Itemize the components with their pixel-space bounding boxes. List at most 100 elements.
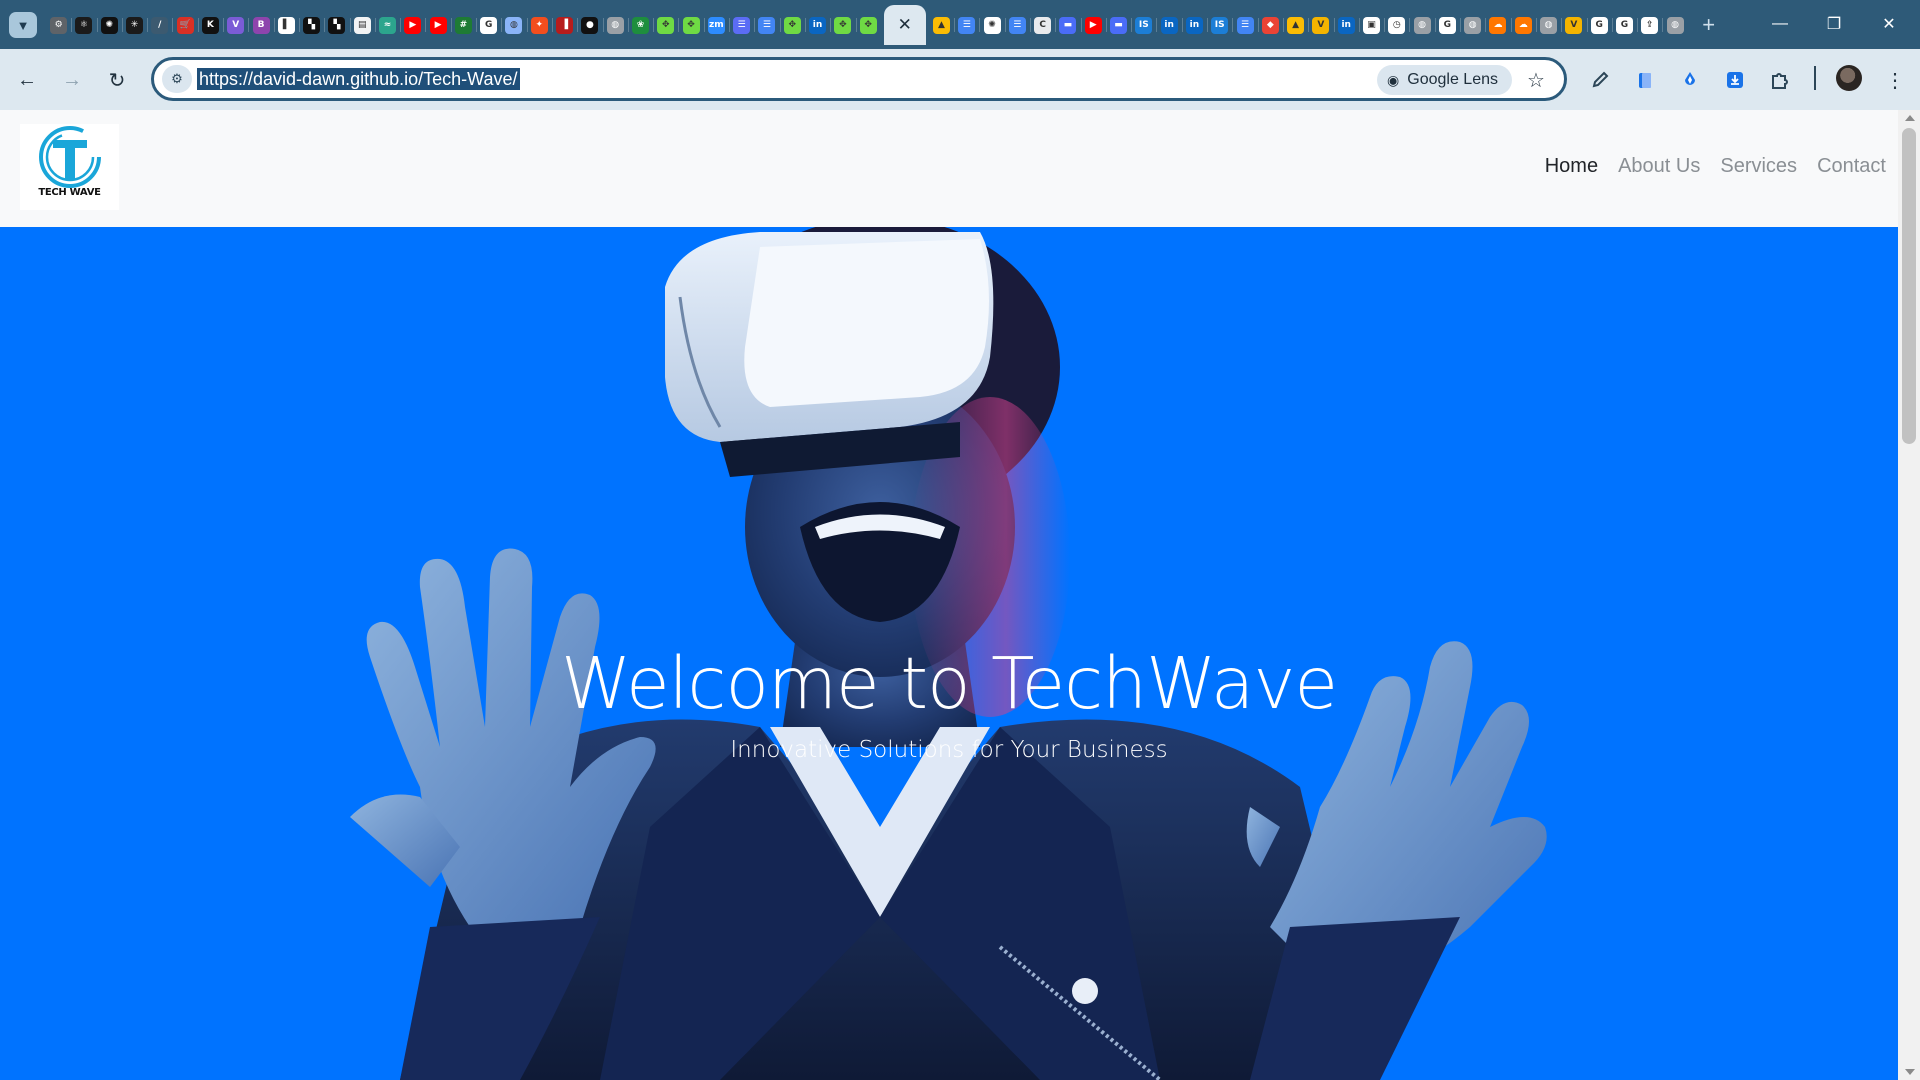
tab-search-button[interactable]: ▼ [9, 12, 37, 38]
extensions-button[interactable] [1764, 64, 1796, 96]
pinned-tab[interactable]: K [197, 10, 223, 40]
pinned-tab[interactable]: ✺ [979, 10, 1004, 40]
minimize-button[interactable]: — [1753, 8, 1807, 40]
restore-button[interactable]: ❐ [1807, 8, 1861, 40]
pinned-tab[interactable]: ☰ [954, 10, 979, 40]
pinned-tab[interactable]: # [450, 10, 476, 40]
nav-link-contact[interactable]: Contact [1817, 155, 1886, 178]
pinned-tab[interactable]: ☁ [1485, 10, 1510, 40]
pinned-tab[interactable]: ⚛ [71, 10, 96, 40]
new-tab-button[interactable]: + [1694, 10, 1724, 40]
bookmark-star-button[interactable]: ☆ [1522, 66, 1550, 94]
pinned-tab[interactable]: zm [703, 10, 729, 40]
pinned-tab[interactable]: ❀ [627, 10, 653, 40]
pinned-tab[interactable]: 🛒 [172, 10, 197, 40]
pinned-tab[interactable]: G [1434, 10, 1460, 40]
pinned-tab[interactable]: ▣ [1358, 10, 1384, 40]
address-bar[interactable]: ⚙ https://david-dawn.github.io/Tech-Wave… [151, 57, 1567, 101]
scroll-up-arrow-icon[interactable] [1905, 115, 1915, 121]
nav-link-home[interactable]: Home [1545, 155, 1598, 178]
bookmark-extension-button[interactable] [1629, 64, 1661, 96]
pinned-tab[interactable]: ◍ [1535, 10, 1561, 40]
clock-icon: ◷ [1388, 16, 1406, 34]
pinned-tab[interactable]: in [804, 10, 830, 40]
pinned-tab[interactable]: ● [577, 10, 602, 40]
page-scrollbar[interactable] [1898, 110, 1920, 1080]
back-button[interactable]: ← [11, 64, 43, 96]
eyedropper-extension-button[interactable] [1584, 64, 1616, 96]
pinned-tab[interactable]: G [1586, 10, 1612, 40]
pinned-tab[interactable]: ✥ [855, 10, 881, 40]
pinned-tab[interactable]: ◷ [1384, 10, 1409, 40]
pinned-tab[interactable]: ☰ [1004, 10, 1030, 40]
pinned-tab[interactable]: ◍ [602, 10, 628, 40]
pinned-tab[interactable]: ◍ [1460, 10, 1485, 40]
pinned-tab[interactable]: ✥ [779, 10, 805, 40]
pinned-tab[interactable]: ☰ [1232, 10, 1257, 40]
drop-extension-button[interactable] [1674, 64, 1706, 96]
pinned-tab[interactable]: ▲ [929, 10, 954, 40]
google-lens-button[interactable]: ◉ Google Lens [1377, 65, 1512, 95]
download-extension-button[interactable] [1719, 64, 1751, 96]
pinned-tab[interactable]: G [1611, 10, 1637, 40]
pinned-tab[interactable]: ✥ [830, 10, 855, 40]
pinned-tab[interactable]: ▶ [400, 10, 425, 40]
site-info-button[interactable]: ⚙ [162, 65, 192, 93]
grid-icon: # [454, 16, 472, 34]
pinned-tab[interactable]: ☰ [729, 10, 754, 40]
forward-button[interactable]: → [56, 64, 88, 96]
pinned-tab[interactable]: ◍ [1662, 10, 1687, 40]
pinned-tab[interactable]: ▚ [324, 10, 349, 40]
upwork-icon: ✥ [859, 16, 877, 34]
pinned-tab[interactable]: ▤ [349, 10, 375, 40]
pinned-tab[interactable]: ▶ [1080, 10, 1106, 40]
url-text[interactable]: https://david-dawn.github.io/Tech-Wave/ [197, 68, 520, 90]
pinned-tab[interactable]: ✥ [653, 10, 678, 40]
pinned-tab[interactable]: ✳ [121, 10, 147, 40]
pinned-tab[interactable]: ◆ [1257, 10, 1283, 40]
pinned-tab[interactable]: IS [1131, 10, 1156, 40]
pinned-tab[interactable]: ⚙ [46, 10, 71, 40]
minimize-icon: — [1772, 15, 1788, 32]
pinned-tab[interactable]: in [1156, 10, 1181, 40]
pinned-tab[interactable]: ◍ [501, 10, 526, 40]
techwave-logo[interactable]: TECH WAVE [20, 124, 119, 210]
pinned-tab[interactable]: IS [1207, 10, 1232, 40]
is-icon: IS [1135, 16, 1153, 34]
pinned-tab[interactable]: ✦ [526, 10, 552, 40]
reload-button[interactable]: ↻ [101, 64, 133, 96]
pinned-tab[interactable]: ▶ [425, 10, 450, 40]
pinned-tab[interactable]: in [1181, 10, 1207, 40]
browser-menu-button[interactable]: ⋮ [1879, 64, 1911, 96]
nav-link-services[interactable]: Services [1720, 155, 1797, 178]
pinned-tab[interactable]: / [147, 10, 172, 40]
active-tab[interactable]: ✕ [883, 5, 926, 45]
pinned-tab[interactable]: ☁ [1510, 10, 1536, 40]
linkedin-icon: in [1160, 16, 1178, 34]
pinned-tab[interactable]: ✺ [96, 10, 122, 40]
scroll-thumb[interactable] [1902, 128, 1916, 444]
pinned-tab[interactable]: ◍ [1409, 10, 1434, 40]
pinned-tab[interactable]: ✥ [678, 10, 703, 40]
pinned-tab[interactable]: V [1308, 10, 1333, 40]
pinned-tab[interactable]: ☰ [754, 10, 779, 40]
pinned-tab[interactable]: C [1029, 10, 1055, 40]
pinned-tab[interactable]: ▐ [551, 10, 577, 40]
close-tab-icon[interactable]: ✕ [898, 15, 912, 35]
pinned-tab[interactable]: G [476, 10, 501, 40]
pinned-tab[interactable]: V [1561, 10, 1586, 40]
pinned-tab[interactable]: ▬ [1105, 10, 1131, 40]
pinned-tab[interactable]: in [1333, 10, 1359, 40]
close-window-button[interactable]: ✕ [1862, 8, 1916, 40]
pinned-tab[interactable]: ▌ [273, 10, 299, 40]
pinned-tab[interactable]: ▬ [1055, 10, 1080, 40]
pinned-tab[interactable]: V [223, 10, 248, 40]
scroll-down-arrow-icon[interactable] [1905, 1069, 1915, 1075]
nav-link-about-us[interactable]: About Us [1618, 155, 1700, 178]
pinned-tab[interactable]: ▚ [298, 10, 324, 40]
profile-avatar-button[interactable] [1836, 65, 1862, 91]
pinned-tab[interactable]: ≈ [374, 10, 400, 40]
pinned-tab[interactable]: ⇪ [1637, 10, 1662, 40]
pinned-tab[interactable]: B [248, 10, 273, 40]
pinned-tab[interactable]: ▲ [1282, 10, 1308, 40]
